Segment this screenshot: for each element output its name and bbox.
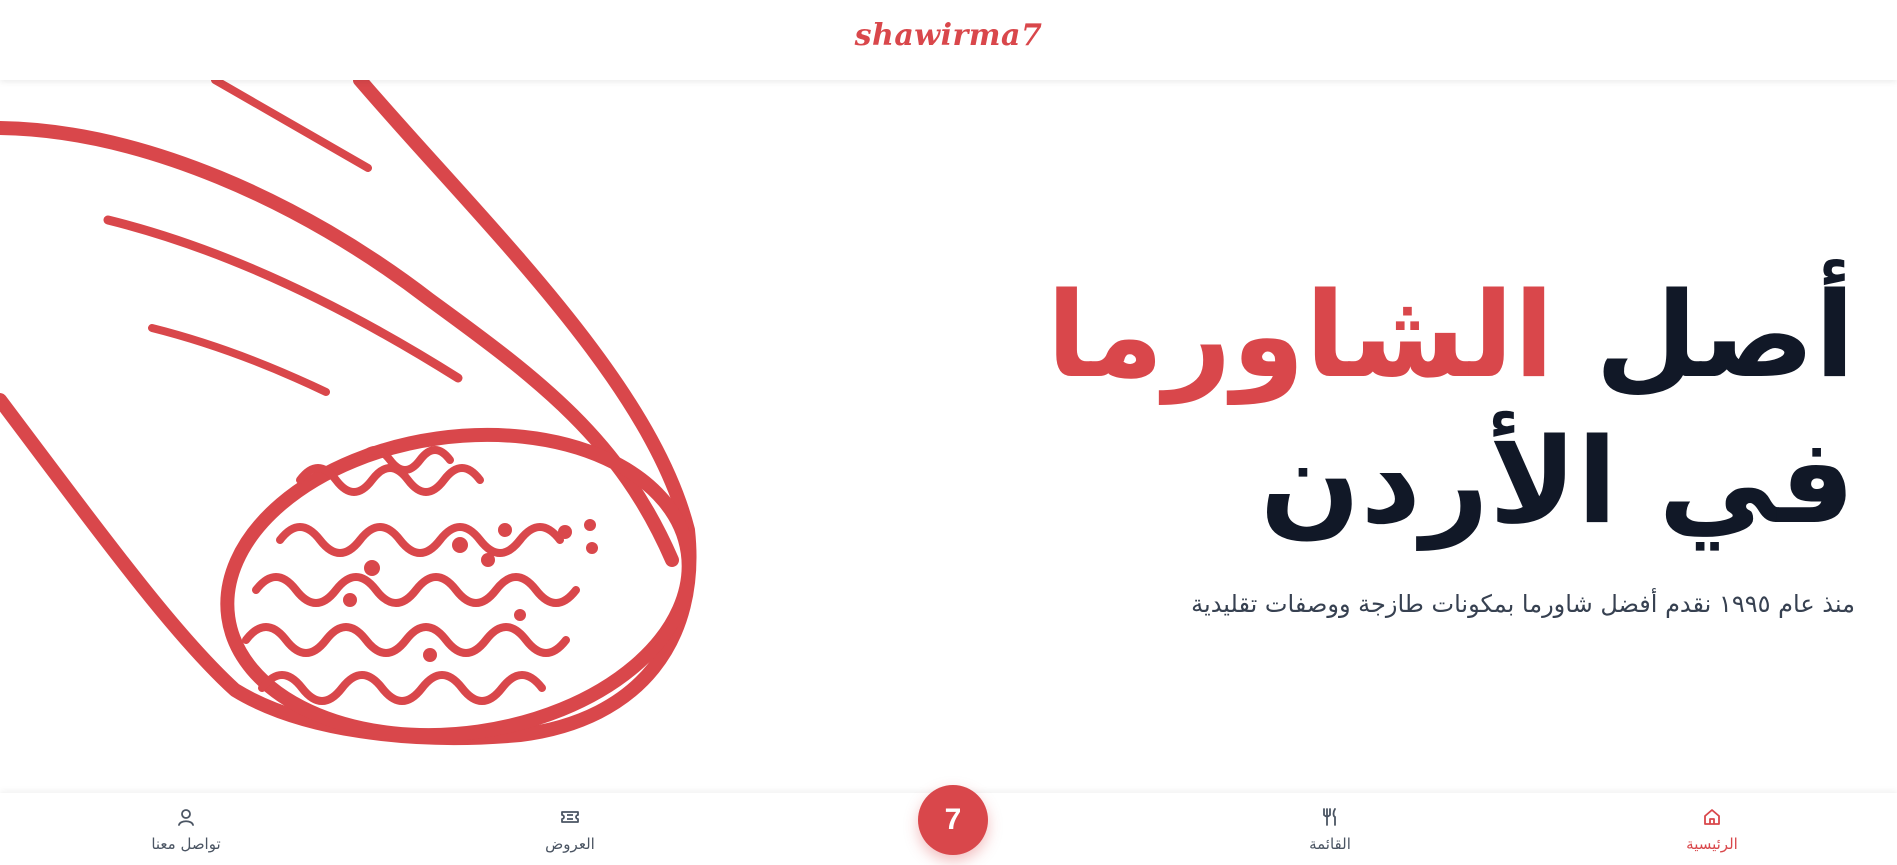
nav-offers[interactable]: العروض	[490, 805, 650, 853]
hero-subtitle: منذ عام ١٩٩٥ نقدم أفضل شاورما بمكونات طا…	[1191, 590, 1855, 618]
utensils-icon	[1250, 805, 1410, 829]
hero-title-part1: أصل	[1595, 266, 1855, 404]
user-icon	[106, 805, 266, 829]
top-bar: shawirma7	[0, 0, 1897, 80]
nav-menu-label: القائمة	[1309, 835, 1351, 853]
nav-home-label: الرئيسية	[1686, 835, 1738, 853]
bottom-nav: تواصل معنا العروض 7 القائمة الرئيسية	[0, 785, 1897, 865]
nav-offers-label: العروض	[545, 835, 595, 853]
hero-title-highlight: الشاورما	[1046, 266, 1555, 404]
hero-title: أصل الشاورما في الأردن	[855, 262, 1855, 554]
nav-menu[interactable]: القائمة	[1250, 805, 1410, 853]
nav-contact-label: تواصل معنا	[151, 835, 221, 853]
nav-home[interactable]: الرئيسية	[1632, 805, 1792, 853]
ticket-icon	[490, 805, 650, 829]
center-action-button[interactable]: 7	[918, 785, 988, 855]
brand-logo[interactable]: shawirma7	[0, 18, 1897, 53]
hero-title-part2: في الأردن	[1259, 412, 1855, 550]
hero-section: أصل الشاورما في الأردن منذ عام ١٩٩٥ نقدم…	[855, 262, 1855, 620]
shawarma-illustration	[0, 0, 697, 745]
home-icon	[1632, 805, 1792, 829]
nav-contact[interactable]: تواصل معنا	[106, 805, 266, 853]
